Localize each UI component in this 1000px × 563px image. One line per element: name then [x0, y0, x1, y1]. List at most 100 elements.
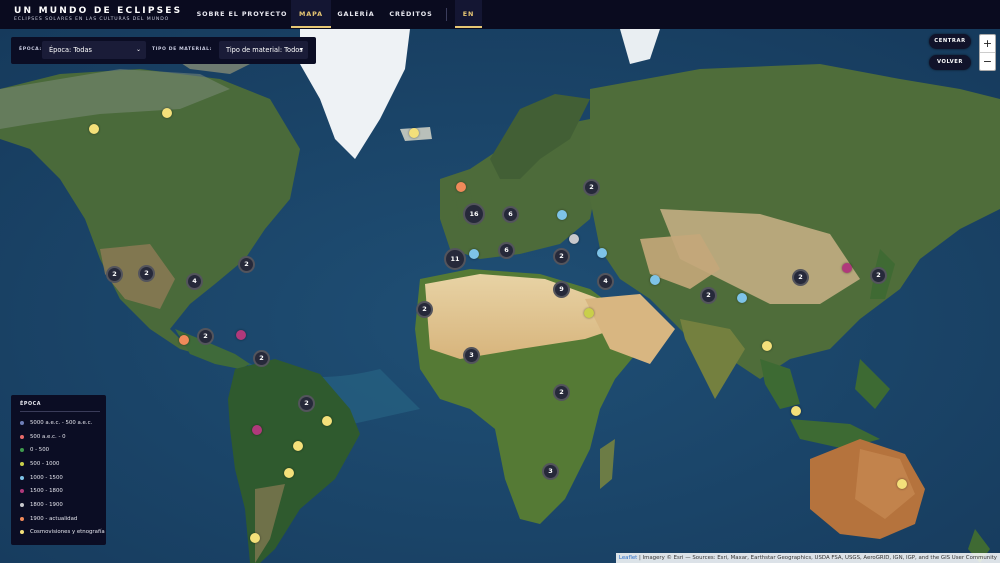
- cluster-marker[interactable]: 2: [553, 384, 570, 401]
- center-button[interactable]: CENTRAR: [929, 34, 971, 49]
- cluster-marker[interactable]: 2: [583, 179, 600, 196]
- brand-title: UN MUNDO DE ECLIPSES: [14, 6, 183, 16]
- attribution-text: | Imagery © Esri — Sources: Esri, Maxar,…: [637, 555, 997, 561]
- cluster-marker[interactable]: 6: [502, 206, 519, 223]
- filter-panel: ÉPOCA: Época: Todas ⌄ TIPO DE MATERIAL: …: [11, 37, 316, 64]
- material-select[interactable]: Tipo de material: Todos ▾: [219, 41, 308, 59]
- cluster-marker[interactable]: 2: [138, 265, 155, 282]
- cluster-marker[interactable]: 4: [597, 273, 614, 290]
- map-point[interactable]: [597, 248, 607, 258]
- legend-divider: [20, 411, 100, 412]
- leaflet-link[interactable]: Leaflet: [619, 555, 637, 561]
- legend-swatch: [20, 529, 24, 534]
- cluster-marker[interactable]: 2: [416, 301, 433, 318]
- nav-creditos[interactable]: CRÉDITOS: [382, 0, 440, 26]
- legend-label: 500 - 1000: [30, 461, 60, 467]
- legend-item: 0 - 500: [20, 444, 49, 456]
- legend-label: 1900 - actualidad: [30, 516, 78, 522]
- legend-label: 1000 - 1500: [30, 475, 63, 481]
- map-point[interactable]: [236, 330, 246, 340]
- cluster-marker[interactable]: 2: [870, 267, 887, 284]
- legend-swatch: [20, 475, 24, 480]
- map-point[interactable]: [179, 335, 189, 345]
- zoom-out-button[interactable]: −: [980, 53, 995, 70]
- legend-item: 500 a.e.c. - 0: [20, 431, 66, 443]
- world-map[interactable]: [0, 29, 1000, 563]
- map-point[interactable]: [284, 468, 294, 478]
- legend-swatch: [20, 434, 24, 439]
- cluster-marker[interactable]: 2: [700, 287, 717, 304]
- legend-label: Cosmovisiones y etnografía: [30, 529, 105, 535]
- map-point[interactable]: [252, 425, 262, 435]
- nav-language-en[interactable]: EN: [455, 0, 482, 28]
- map-point[interactable]: [737, 293, 747, 303]
- cluster-marker[interactable]: 2: [106, 266, 123, 283]
- nav-divider: [446, 8, 447, 21]
- map-point[interactable]: [650, 275, 660, 285]
- map-point[interactable]: [557, 210, 567, 220]
- legend-item: 1900 - actualidad: [20, 513, 77, 525]
- cluster-marker[interactable]: 6: [498, 242, 515, 259]
- map-point[interactable]: [162, 108, 172, 118]
- satellite-basemap: [0, 29, 1000, 563]
- legend-swatch: [20, 488, 24, 493]
- cluster-marker[interactable]: 2: [792, 269, 809, 286]
- cluster-marker[interactable]: 3: [542, 463, 559, 480]
- map-attribution: Leaflet | Imagery © Esri — Sources: Esri…: [615, 553, 1000, 563]
- zoom-in-button[interactable]: +: [980, 35, 995, 53]
- map-point[interactable]: [569, 234, 579, 244]
- caret-down-icon: ▾: [299, 46, 303, 53]
- legend-swatch: [20, 502, 24, 507]
- brand[interactable]: UN MUNDO DE ECLIPSES ECLIPSES SOLARES EN…: [14, 6, 182, 23]
- map-point[interactable]: [469, 249, 479, 259]
- map-point[interactable]: [842, 263, 852, 273]
- top-bar: UN MUNDO DE ECLIPSES ECLIPSES SOLARES EN…: [0, 0, 1000, 29]
- map-point[interactable]: [762, 341, 772, 351]
- cluster-marker[interactable]: 3: [463, 347, 480, 364]
- legend-swatch: [20, 420, 24, 425]
- legend-item: 500 - 1000: [20, 458, 59, 470]
- cluster-marker[interactable]: 11: [444, 248, 466, 270]
- epoch-label: ÉPOCA:: [19, 47, 42, 52]
- map-point[interactable]: [456, 182, 466, 192]
- chevron-down-icon: ⌄: [135, 46, 141, 53]
- cluster-marker[interactable]: 4: [186, 273, 203, 290]
- cluster-marker[interactable]: 2: [238, 256, 255, 273]
- cluster-marker[interactable]: 2: [553, 248, 570, 265]
- legend-item: 1800 - 1900: [20, 499, 63, 511]
- legend-label: 1800 - 1900: [30, 502, 63, 508]
- legend-item: 1000 - 1500: [20, 472, 63, 484]
- brand-subtitle: ECLIPSES SOLARES EN LAS CULTURAS DEL MUN…: [14, 17, 170, 22]
- epoch-legend: ÉPOCA 5000 a.e.c. - 500 a.e.c. 500 a.e.c…: [11, 395, 106, 545]
- zoom-control: + −: [979, 34, 996, 71]
- epoch-select[interactable]: Época: Todas ⌄: [42, 41, 146, 59]
- cluster-marker[interactable]: 2: [197, 328, 214, 345]
- map-point[interactable]: [293, 441, 303, 451]
- legend-item: 5000 a.e.c. - 500 a.e.c.: [20, 417, 92, 429]
- legend-swatch: [20, 447, 24, 452]
- map-point[interactable]: [89, 124, 99, 134]
- map-point[interactable]: [409, 128, 419, 138]
- back-button[interactable]: VOLVER: [929, 55, 971, 70]
- material-select-value: Tipo de material: Todos: [226, 46, 303, 54]
- map-point[interactable]: [791, 406, 801, 416]
- legend-swatch: [20, 516, 24, 521]
- nav-mapa[interactable]: MAPA: [291, 0, 331, 28]
- legend-title: ÉPOCA: [20, 402, 42, 407]
- nav-galeria[interactable]: GALERÍA: [333, 0, 379, 26]
- map-point[interactable]: [322, 416, 332, 426]
- cluster-marker[interactable]: 2: [298, 395, 315, 412]
- legend-label: 5000 a.e.c. - 500 a.e.c.: [30, 420, 93, 426]
- legend-label: 1500 - 1800: [30, 488, 63, 494]
- map-point[interactable]: [897, 479, 907, 489]
- legend-swatch: [20, 461, 24, 466]
- legend-label: 500 a.e.c. - 0: [30, 434, 66, 440]
- map-point[interactable]: [250, 533, 260, 543]
- map-point[interactable]: [584, 308, 594, 318]
- cluster-marker[interactable]: 2: [253, 350, 270, 367]
- nav-sobre-el-proyecto[interactable]: SOBRE EL PROYECTO: [195, 0, 289, 26]
- legend-item: Cosmovisiones y etnografía: [20, 526, 105, 538]
- cluster-marker[interactable]: 9: [553, 281, 570, 298]
- epoch-select-value: Época: Todas: [49, 46, 92, 54]
- cluster-marker[interactable]: 16: [463, 203, 485, 225]
